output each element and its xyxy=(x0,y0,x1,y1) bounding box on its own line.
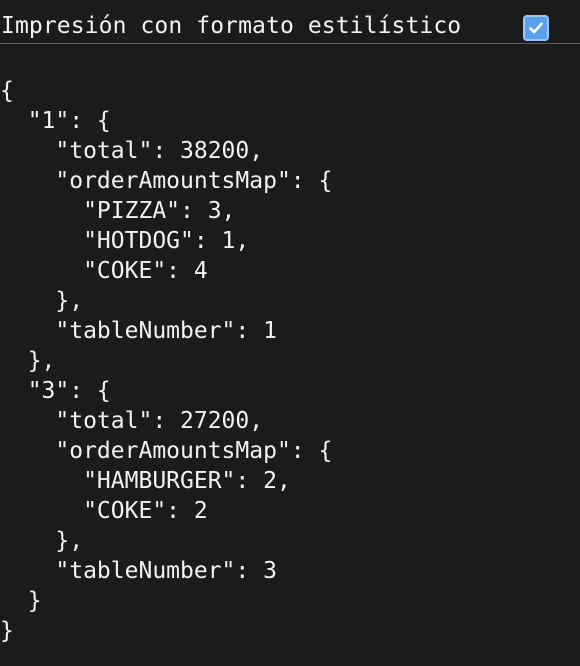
json-line: { xyxy=(0,78,14,104)
json-line: "COKE": 2 xyxy=(0,498,208,524)
json-line: "tableNumber": 1 xyxy=(0,318,277,344)
json-line: "HOTDOG": 1, xyxy=(0,228,250,254)
json-line: "3": { xyxy=(0,378,111,404)
json-line: }, xyxy=(0,348,56,374)
json-line: "orderAmountsMap": { xyxy=(0,168,333,194)
json-line: "PIZZA": 3, xyxy=(0,198,236,224)
checkmark-icon xyxy=(529,22,543,34)
json-line: "COKE": 4 xyxy=(0,258,208,284)
pretty-print-toolbar: Impresión con formato estilístico xyxy=(0,0,580,44)
json-line: "tableNumber": 3 xyxy=(0,558,277,584)
json-line: } xyxy=(0,618,14,644)
json-line: }, xyxy=(0,528,84,554)
json-line: } xyxy=(0,588,42,614)
json-viewer: { "1": { "total": 38200, "orderAmountsMa… xyxy=(0,76,580,646)
json-line: }, xyxy=(0,288,84,314)
json-line: "HAMBURGER": 2, xyxy=(0,468,291,494)
json-line: "total": 27200, xyxy=(0,408,264,434)
pretty-print-checkbox[interactable] xyxy=(523,15,549,41)
pretty-print-label[interactable]: Impresión con formato estilístico xyxy=(1,13,461,39)
json-line: "orderAmountsMap": { xyxy=(0,438,333,464)
json-line: "total": 38200, xyxy=(0,138,264,164)
json-line: "1": { xyxy=(0,108,111,134)
